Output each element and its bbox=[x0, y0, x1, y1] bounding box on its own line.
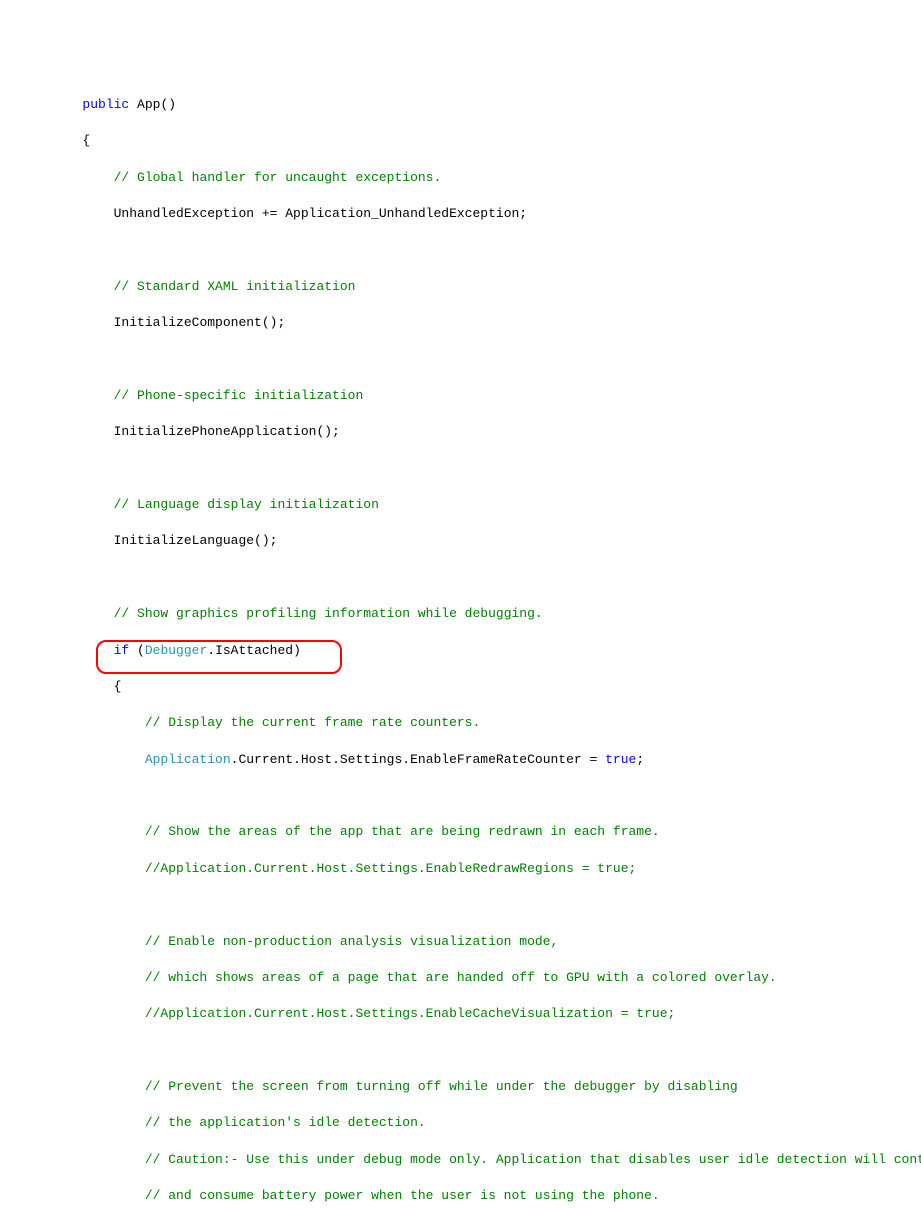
code-line: public App() bbox=[20, 96, 921, 114]
code-line: // Show graphics profiling information w… bbox=[20, 605, 921, 623]
comment: // Global handler for uncaught exception… bbox=[114, 170, 442, 185]
code-line: //Application.Current.Host.Settings.Enab… bbox=[20, 1005, 921, 1023]
text: ; bbox=[636, 752, 644, 767]
code-line: UnhandledException += Application_Unhand… bbox=[20, 205, 921, 223]
code-line: InitializePhoneApplication(); bbox=[20, 423, 921, 441]
comment: // Enable non-production analysis visual… bbox=[145, 934, 558, 949]
code-line: if (Debugger.IsAttached) bbox=[20, 642, 921, 660]
text: .IsAttached) bbox=[207, 643, 301, 658]
comment: // Phone-specific initialization bbox=[114, 388, 364, 403]
code-line: // Prevent the screen from turning off w… bbox=[20, 1078, 921, 1096]
blank-line bbox=[20, 896, 921, 914]
code-line: // which shows areas of a page that are … bbox=[20, 969, 921, 987]
code-line: // the application's idle detection. bbox=[20, 1114, 921, 1132]
code-line: // Standard XAML initialization bbox=[20, 278, 921, 296]
blank-line bbox=[20, 241, 921, 259]
blank-line bbox=[20, 569, 921, 587]
blank-line bbox=[20, 1042, 921, 1060]
text: ( bbox=[129, 643, 145, 658]
code-editor-area[interactable]: public App() { // Global handler for unc… bbox=[20, 78, 921, 1208]
code-line: // Enable non-production analysis visual… bbox=[20, 933, 921, 951]
brace: { bbox=[82, 133, 90, 148]
blank-line bbox=[20, 351, 921, 369]
code-line: { bbox=[20, 132, 921, 150]
code-line: // Caution:- Use this under debug mode o… bbox=[20, 1151, 921, 1169]
comment: // Standard XAML initialization bbox=[114, 279, 356, 294]
comment: // Caution:- Use this under debug mode o… bbox=[145, 1152, 921, 1167]
statement: InitializeComponent(); bbox=[114, 315, 286, 330]
keyword: if bbox=[114, 643, 130, 658]
comment: // Show the areas of the app that are be… bbox=[145, 824, 660, 839]
comment: // and consume battery power when the us… bbox=[145, 1188, 660, 1203]
code-line: { bbox=[20, 678, 921, 696]
comment: // Display the current frame rate counte… bbox=[145, 715, 480, 730]
code-line: //Application.Current.Host.Settings.Enab… bbox=[20, 860, 921, 878]
code-line: Application.Current.Host.Settings.Enable… bbox=[20, 751, 921, 769]
type: Application bbox=[145, 752, 231, 767]
blank-line bbox=[20, 460, 921, 478]
code-line: InitializeLanguage(); bbox=[20, 532, 921, 550]
code-line: // and consume battery power when the us… bbox=[20, 1187, 921, 1205]
code-line: // Global handler for uncaught exception… bbox=[20, 169, 921, 187]
comment: // Show graphics profiling information w… bbox=[114, 606, 543, 621]
keyword: true bbox=[605, 752, 636, 767]
brace: { bbox=[114, 679, 122, 694]
comment: //Application.Current.Host.Settings.Enab… bbox=[145, 1006, 676, 1021]
comment: //Application.Current.Host.Settings.Enab… bbox=[145, 861, 636, 876]
comment: // Language display initialization bbox=[114, 497, 379, 512]
code-line: InitializeComponent(); bbox=[20, 314, 921, 332]
statement: UnhandledException += Application_Unhand… bbox=[114, 206, 527, 221]
statement: InitializeLanguage(); bbox=[114, 533, 278, 548]
method-name: App() bbox=[129, 97, 176, 112]
type: Debugger bbox=[145, 643, 207, 658]
comment: // the application's idle detection. bbox=[145, 1115, 426, 1130]
comment: // Prevent the screen from turning off w… bbox=[145, 1079, 738, 1094]
statement: InitializePhoneApplication(); bbox=[114, 424, 340, 439]
code-line: // Language display initialization bbox=[20, 496, 921, 514]
blank-line bbox=[20, 787, 921, 805]
text: .Current.Host.Settings.EnableFrameRateCo… bbox=[231, 752, 605, 767]
code-line: // Show the areas of the app that are be… bbox=[20, 823, 921, 841]
code-line: // Phone-specific initialization bbox=[20, 387, 921, 405]
comment: // which shows areas of a page that are … bbox=[145, 970, 777, 985]
code-line: // Display the current frame rate counte… bbox=[20, 714, 921, 732]
keyword: public bbox=[82, 97, 129, 112]
